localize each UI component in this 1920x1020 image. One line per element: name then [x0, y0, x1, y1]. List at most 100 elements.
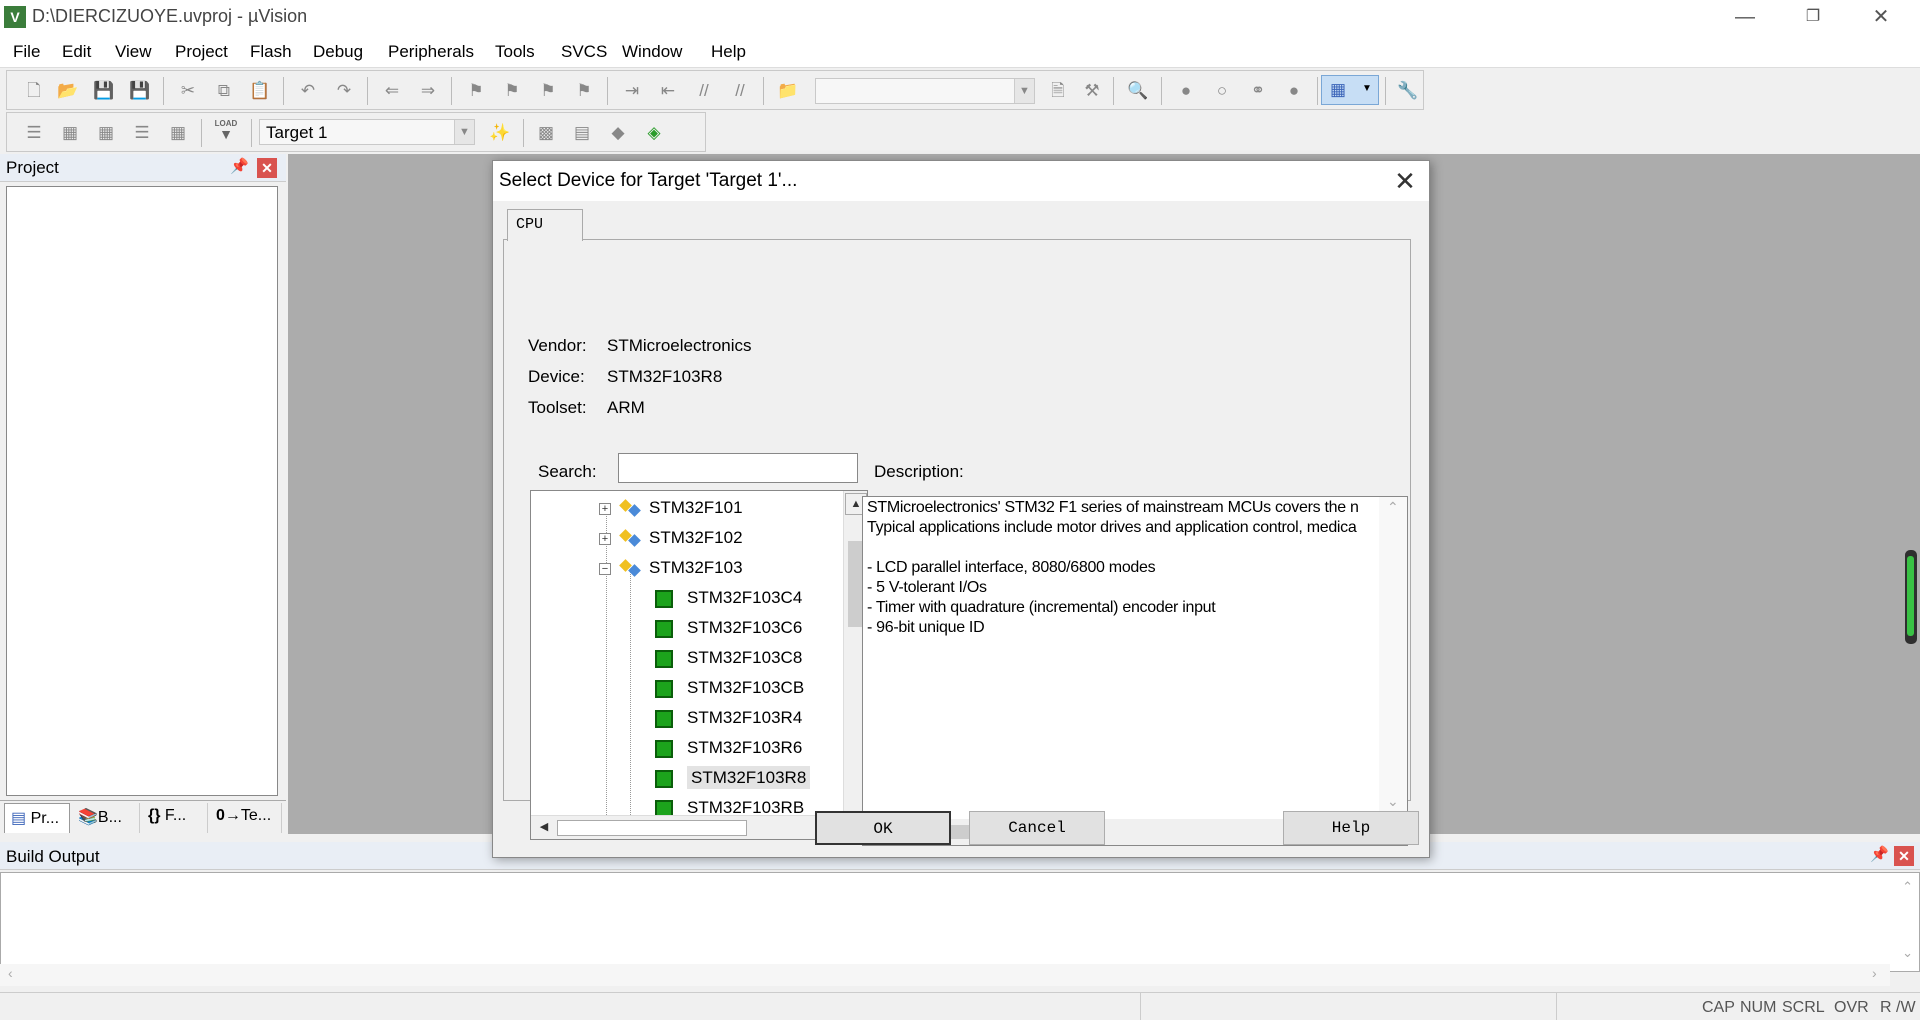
indent-icon[interactable]: ⇥: [621, 80, 643, 102]
scroll-left-icon[interactable]: ‹: [8, 965, 13, 981]
help-button[interactable]: Help: [1283, 811, 1419, 845]
navigate-back-icon[interactable]: ⇐: [381, 80, 403, 102]
pack-installer-icon[interactable]: ◈: [643, 122, 665, 144]
chevron-down-icon[interactable]: ▼: [1014, 79, 1034, 103]
save-icon[interactable]: 💾: [93, 80, 115, 102]
scroll-down-icon[interactable]: ⌄: [1902, 945, 1913, 961]
redo-icon[interactable]: ↷: [333, 80, 355, 102]
breakpoint-kill-all-icon[interactable]: ●: [1283, 80, 1305, 102]
bookmark-toggle-icon[interactable]: ⚑: [465, 80, 487, 102]
tree-device-row[interactable]: STM32F103R4: [655, 703, 802, 733]
target-select[interactable]: Target 1 ▼: [259, 119, 475, 145]
device-tree[interactable]: + STM32F101 + STM32F102 − STM32F103 STM32F1…: [530, 490, 868, 840]
menu-file[interactable]: File: [13, 42, 40, 62]
dialog-close-button[interactable]: ✕: [1389, 165, 1421, 197]
uncomment-icon[interactable]: //: [729, 80, 751, 102]
tree-device-row[interactable]: STM32F103R6: [655, 733, 802, 763]
menu-project[interactable]: Project: [175, 42, 228, 62]
stop-build-icon[interactable]: ▦: [167, 122, 189, 144]
description-vscrollbar[interactable]: ⌃ ⌄: [1379, 497, 1407, 819]
open-folder-icon[interactable]: 📂: [57, 80, 79, 102]
bookmark-clear-icon[interactable]: ⚑: [573, 80, 595, 102]
search-input[interactable]: [618, 453, 858, 483]
chevron-down-icon[interactable]: ▼: [454, 120, 474, 144]
pin-icon[interactable]: 📌: [1870, 845, 1889, 863]
menu-help[interactable]: Help: [711, 42, 746, 62]
find-combo[interactable]: ▼: [815, 78, 1035, 104]
cut-icon[interactable]: ✂: [177, 80, 199, 102]
comment-icon[interactable]: //: [693, 80, 715, 102]
scroll-up-icon[interactable]: ⌃: [1387, 499, 1399, 516]
status-bar: CAP NUM SCRL OVR R /W: [0, 992, 1920, 1020]
tree-device-row[interactable]: STM32F103C6: [655, 613, 802, 643]
restore-button[interactable]: ❐: [1784, 0, 1842, 34]
tree-family-row[interactable]: − STM32F103: [599, 553, 743, 583]
tab-functions[interactable]: {} F...: [142, 803, 208, 833]
find-icon[interactable]: 🗎: [1047, 80, 1069, 102]
tab-project[interactable]: ▤ Pr...: [4, 803, 70, 833]
scroll-up-icon[interactable]: ⌃: [1902, 879, 1913, 895]
incremental-find-icon[interactable]: 🔍: [1127, 80, 1149, 102]
tab-books[interactable]: 📚B...: [72, 803, 140, 833]
tree-device-row[interactable]: STM32F103CB: [655, 673, 804, 703]
tree-device-row[interactable]: STM32F103C4: [655, 583, 802, 613]
tab-cpu[interactable]: CPU: [507, 209, 583, 241]
translate-icon[interactable]: ☰: [23, 122, 45, 144]
copy-icon[interactable]: ⧉: [213, 80, 235, 102]
tree-family-row[interactable]: + STM32F101: [599, 493, 743, 523]
menu-tools[interactable]: Tools: [495, 42, 535, 62]
menu-debug[interactable]: Debug: [313, 42, 363, 62]
expand-plus-icon[interactable]: +: [599, 502, 611, 515]
build-output-text[interactable]: ⌃ ⌄: [0, 872, 1920, 972]
target-options-icon[interactable]: ✨: [489, 122, 511, 144]
build-output-hscrollbar[interactable]: ‹ ›: [0, 964, 1890, 986]
load-download-button[interactable]: LOAD ▼: [211, 119, 241, 147]
pin-icon[interactable]: 📌: [230, 157, 249, 175]
window-layout-button[interactable]: ▦ ▼: [1321, 75, 1379, 105]
bookmark-next-icon[interactable]: ⚑: [537, 80, 559, 102]
scroll-left-icon[interactable]: ◀: [533, 817, 555, 839]
menu-view[interactable]: View: [115, 42, 152, 62]
menu-svcs[interactable]: SVCS: [561, 42, 607, 62]
menu-peripherals[interactable]: Peripherals: [388, 42, 474, 62]
breakpoint-insert-icon[interactable]: ●: [1175, 80, 1197, 102]
undo-icon[interactable]: ↶: [297, 80, 319, 102]
tab-templates[interactable]: 0→Te...: [210, 803, 282, 833]
cancel-button[interactable]: Cancel: [969, 811, 1105, 845]
tree-device-row-selected[interactable]: STM32F103R8: [655, 763, 811, 793]
breakpoint-disable-all-icon[interactable]: ⚭: [1247, 80, 1269, 102]
project-tree[interactable]: [6, 186, 278, 796]
breakpoint-enable-icon[interactable]: ○: [1211, 80, 1233, 102]
expand-plus-icon[interactable]: +: [599, 532, 611, 545]
close-icon[interactable]: ✕: [257, 158, 277, 178]
find-in-files-icon[interactable]: 📁: [777, 80, 799, 102]
close-window-button[interactable]: ✕: [1852, 0, 1910, 34]
navigate-forward-icon[interactable]: ⇒: [417, 80, 439, 102]
build-icon[interactable]: ▦: [59, 122, 81, 144]
paste-icon[interactable]: 📋: [249, 80, 271, 102]
batch-build-icon[interactable]: ☰: [131, 122, 153, 144]
collapse-minus-icon[interactable]: −: [599, 562, 611, 575]
configure-wrench-icon[interactable]: 🔧: [1397, 80, 1419, 102]
bookmark-previous-icon[interactable]: ⚑: [501, 80, 523, 102]
new-file-icon[interactable]: 🗋: [23, 80, 45, 102]
menu-edit[interactable]: Edit: [62, 42, 91, 62]
description-box[interactable]: STMicroelectronics' STM32 F1 series of m…: [862, 496, 1408, 846]
replace-icon[interactable]: ⚒: [1081, 80, 1103, 102]
tree-hscroll-thumb[interactable]: [557, 820, 747, 836]
menu-window[interactable]: Window: [622, 42, 682, 62]
minimize-button[interactable]: —: [1716, 0, 1774, 34]
save-all-icon[interactable]: 💾: [129, 80, 151, 102]
menu-flash[interactable]: Flash: [250, 42, 292, 62]
tree-family-row[interactable]: + STM32F102: [599, 523, 743, 553]
ok-button[interactable]: OK: [815, 811, 951, 845]
rebuild-icon[interactable]: ▦: [95, 122, 117, 144]
select-packs-icon[interactable]: ▤: [571, 122, 593, 144]
scroll-down-icon[interactable]: ⌄: [1387, 793, 1399, 810]
scroll-right-icon[interactable]: ›: [1872, 965, 1877, 981]
manage-project-items-icon[interactable]: ▩: [535, 122, 557, 144]
manage-runtime-icon[interactable]: ◆: [607, 122, 629, 144]
unindent-icon[interactable]: ⇤: [657, 80, 679, 102]
close-icon[interactable]: ✕: [1894, 846, 1914, 866]
tree-device-row[interactable]: STM32F103C8: [655, 643, 802, 673]
